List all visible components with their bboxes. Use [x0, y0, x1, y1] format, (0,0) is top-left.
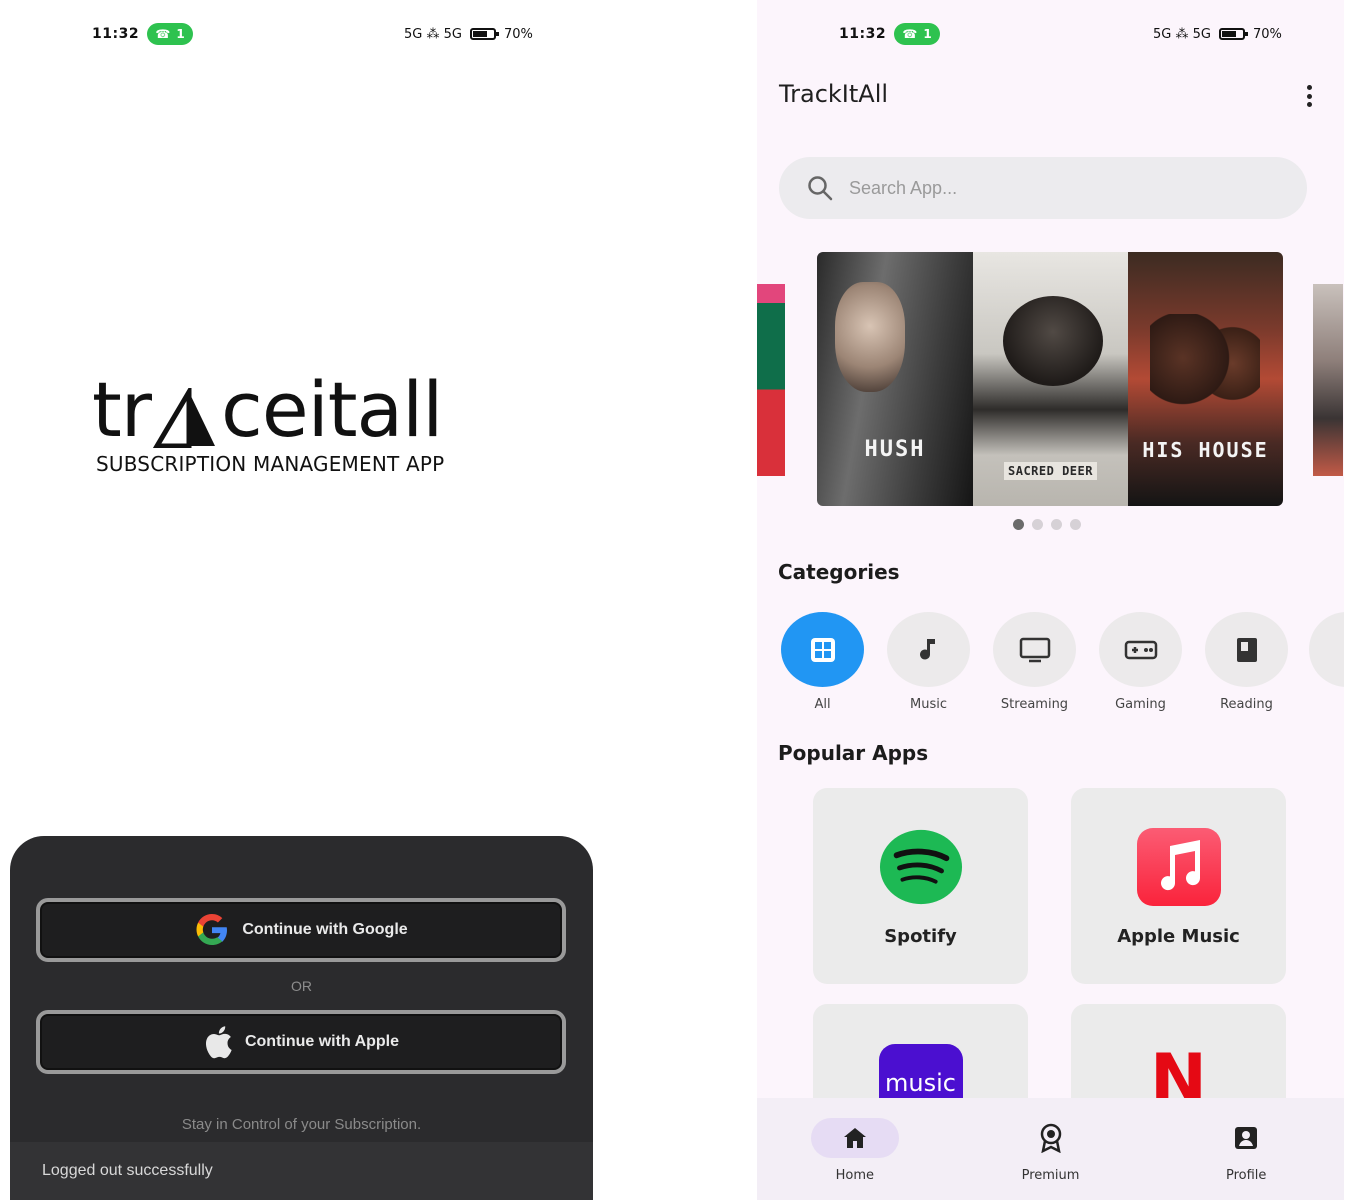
apple-button-label: Continue with Apple: [244, 1033, 400, 1050]
poster-his-house: HIS HOUSE: [1128, 252, 1283, 506]
category-streaming[interactable]: Streaming: [993, 612, 1076, 712]
or-divider: OR: [291, 978, 312, 994]
logo-triangle-icon: [153, 388, 216, 448]
battery-percent: 70%: [503, 26, 533, 42]
signal-icon: 5G ⁂ 5G: [1153, 26, 1211, 42]
nav-label: Home: [835, 1168, 875, 1183]
phone-icon: ☎: [902, 27, 918, 41]
battery-icon: [469, 28, 499, 40]
logo-wordmark: tr ceitall: [92, 365, 443, 454]
poster-title: HIS HOUSE: [1142, 438, 1269, 462]
music-note-icon: [919, 638, 935, 659]
premium-badge-icon: [1040, 1123, 1061, 1153]
signal-icon: 5G ⁂ 5G: [404, 26, 462, 42]
nav-home[interactable]: Home: [757, 1098, 953, 1200]
featured-banner[interactable]: HUSH SACRED DEER HIS HOUSE: [817, 252, 1283, 506]
category-gaming[interactable]: Gaming: [1099, 612, 1182, 712]
nav-premium[interactable]: Premium: [953, 1098, 1149, 1200]
tv-icon: [1019, 637, 1050, 662]
nav-label: Profile: [1225, 1168, 1267, 1183]
logo-subtitle: SUBSCRIPTION MANAGEMENT APP: [96, 452, 445, 476]
gamepad-icon: [1124, 640, 1157, 659]
apple-music-icon: [1136, 828, 1221, 906]
search-icon: [808, 176, 833, 201]
screenshot-pair: 11:32 ☎ 1 5G ⁂ 5G 70% tr ceitall SUBSCRI…: [0, 0, 1349, 1200]
carousel-next-peek[interactable]: [1313, 284, 1343, 476]
carousel-dot[interactable]: [1013, 519, 1024, 530]
poster-title: HUSH: [864, 437, 926, 462]
tagline: Stay in Control of your Subscription.: [181, 1116, 422, 1133]
category-label: Music: [910, 697, 947, 712]
app-name: Spotify: [884, 926, 957, 947]
carousel-dot[interactable]: [1051, 519, 1062, 530]
auth-sheet: Continue with Google OR Continue with Ap…: [10, 836, 593, 1200]
status-icons: 5G ⁂ 5G 70%: [1153, 22, 1282, 46]
bottom-navigation: Home Premium Profile: [757, 1098, 1344, 1200]
login-screen: 11:32 ☎ 1 5G ⁂ 5G 70% tr ceitall SUBSCRI…: [0, 0, 600, 1200]
poster-title: SACRED DEER: [1004, 462, 1097, 480]
status-bar-left: 11:32 ☎ 1: [92, 22, 194, 46]
call-pill: ☎ 1: [147, 23, 194, 45]
status-icons: 5G ⁂ 5G 70%: [404, 22, 533, 46]
search-bar[interactable]: [779, 157, 1307, 219]
popular-apps-heading: Popular Apps: [778, 741, 929, 765]
app-card-apple-music[interactable]: Apple Music: [1071, 788, 1286, 984]
app-logo: tr ceitall SUBSCRIPTION MANAGEMENT APP: [92, 372, 492, 482]
spotify-icon: [879, 829, 962, 905]
status-time: 11:32: [839, 26, 887, 42]
app-title: TrackItAll: [779, 80, 889, 108]
nav-label: Premium: [1021, 1168, 1080, 1183]
call-pill: ☎ 1: [894, 23, 941, 45]
snackbar-message: Logged out successfully: [10, 1142, 593, 1200]
carousel-dot[interactable]: [1070, 519, 1081, 530]
category-label: Streaming: [1000, 697, 1069, 712]
grid-icon: [810, 637, 835, 662]
continue-with-google-button[interactable]: Continue with Google: [36, 898, 566, 962]
categories-heading: Categories: [778, 560, 900, 584]
google-button-label: Continue with Google: [242, 921, 408, 938]
category-label: Gaming: [1115, 697, 1166, 712]
category-music[interactable]: Music: [887, 612, 970, 712]
search-input[interactable]: [849, 177, 1249, 199]
app-card-spotify[interactable]: Spotify: [813, 788, 1028, 984]
battery-icon: [1218, 28, 1248, 40]
category-list: All Music Streaming Gaming Reading: [781, 612, 1288, 712]
category-label: Reading: [1220, 697, 1273, 712]
battery-percent: 70%: [1252, 26, 1282, 42]
nav-profile[interactable]: Profile: [1148, 1098, 1344, 1200]
carousel-dot[interactable]: [1032, 519, 1043, 530]
status-bar-left: 11:32 ☎ 1: [839, 22, 941, 46]
status-time: 11:32: [92, 26, 140, 42]
app-name: Apple Music: [1117, 926, 1240, 947]
poster-hush: HUSH: [817, 252, 973, 506]
continue-with-apple-button[interactable]: Continue with Apple: [36, 1010, 566, 1074]
carousel-prev-peek[interactable]: [757, 284, 785, 476]
category-next-peek[interactable]: [1309, 612, 1344, 687]
category-label: All: [814, 697, 831, 712]
more-options-icon[interactable]: [1299, 82, 1319, 110]
poster-sacred-deer: SACRED DEER: [973, 252, 1128, 506]
home-icon: [843, 1128, 866, 1148]
carousel-indicator: [1013, 519, 1081, 530]
category-reading[interactable]: Reading: [1205, 612, 1288, 712]
phone-icon: ☎: [155, 27, 171, 41]
apple-icon: [205, 1026, 232, 1059]
home-screen: 11:32 ☎ 1 5G ⁂ 5G 70% TrackItAll HUSH: [757, 0, 1344, 1200]
google-icon: [196, 914, 228, 945]
book-icon: [1236, 637, 1257, 662]
category-all[interactable]: All: [781, 612, 864, 712]
profile-icon: [1235, 1127, 1258, 1149]
